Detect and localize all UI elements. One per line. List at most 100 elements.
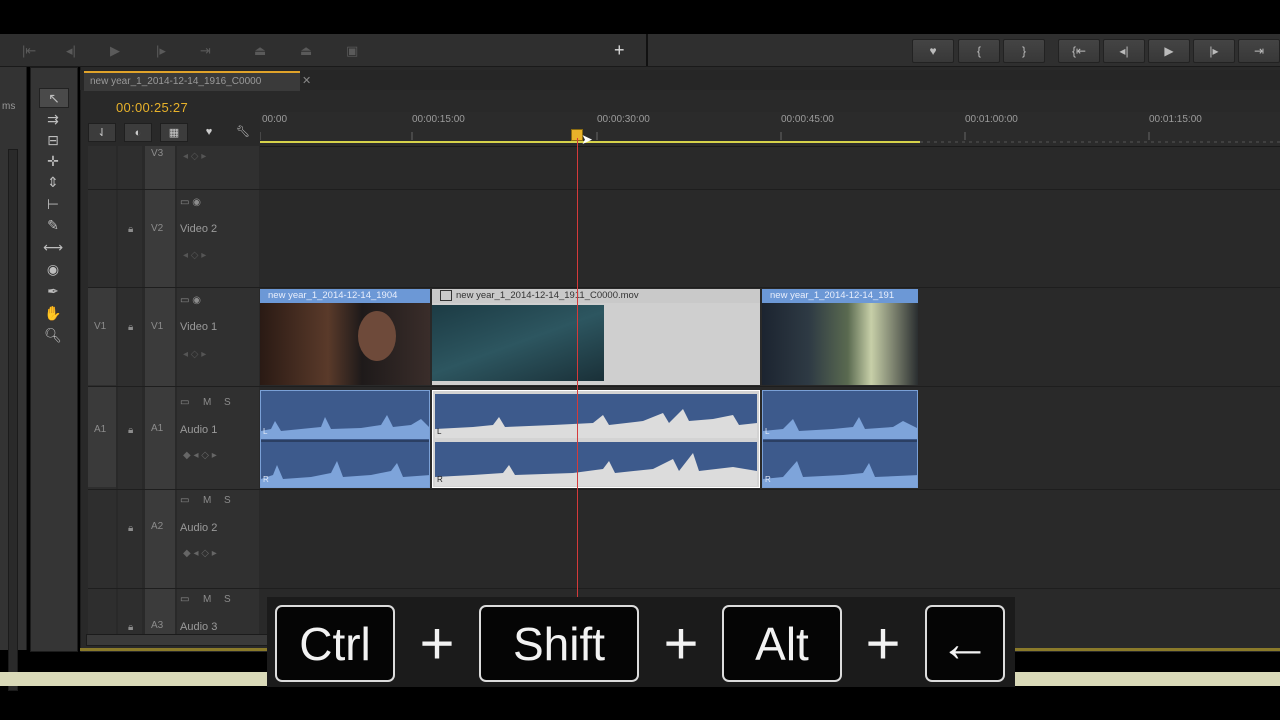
cursor-icon: ➤ — [581, 131, 593, 147]
lock-icon[interactable]: 🔒︎ — [128, 622, 133, 633]
toggle-output-icon[interactable]: ▭ — [180, 594, 189, 605]
video-clip-thumbnail[interactable] — [260, 303, 430, 385]
keyboard-shortcut-overlay: Ctrl + Shift + Alt + ← — [267, 597, 1015, 687]
track-id-a3[interactable]: A3 — [151, 620, 163, 631]
step-back-button[interactable]: ◂| — [1103, 39, 1145, 63]
lock-icon[interactable]: 🔒︎ — [128, 523, 133, 534]
track-select-tool-icon[interactable]: ⇉ — [39, 110, 67, 128]
sequence-nest-icon[interactable]: ⇃ — [88, 123, 116, 142]
export-frame-icon[interactable]: ▣ — [346, 43, 358, 59]
ripple-edit-tool-icon[interactable]: ⊟ — [39, 131, 67, 149]
slide-tool-icon[interactable]: ⟷ — [39, 238, 67, 256]
audio-clip[interactable]: L R — [762, 390, 918, 488]
key-ctrl: Ctrl — [275, 605, 395, 682]
toggle-output-icon[interactable]: ▭ — [180, 495, 189, 506]
solo-button[interactable]: S — [224, 397, 231, 408]
rolling-edit-tool-icon[interactable]: ✛ — [39, 152, 67, 170]
track-name-v2: Video 2 — [180, 223, 218, 235]
tools-panel: ↖ ⇉ ⊟ ✛ ⇕ ⊢ ✎ ⟷ ◉ ✒ ✋ 🔍︎ — [30, 67, 78, 652]
ruler-label: 00:00 — [262, 114, 288, 125]
key-alt: Alt — [722, 605, 842, 682]
ruler-label: 00:00:45:00 — [781, 114, 834, 125]
sequence-tab[interactable]: new year_1_2014-12-14_1916_C0000 — [84, 71, 300, 91]
audio-clip[interactable]: L R — [260, 390, 430, 488]
video-clip-label[interactable]: new year_1_2014-12-14_191 — [762, 289, 918, 303]
scrollbar[interactable] — [8, 149, 18, 691]
hand-tool-icon[interactable]: ✋ — [39, 304, 67, 322]
prev-edit-icon[interactable]: ◂| — [66, 43, 76, 59]
pen-icon[interactable]: ✒ — [39, 282, 67, 300]
plus-sign: + — [663, 610, 699, 677]
track-id-a2[interactable]: A2 — [151, 521, 163, 532]
selection-tool-icon[interactable]: ↖ — [39, 88, 69, 108]
track-id-a1[interactable]: A1 — [151, 423, 163, 434]
ruler-label: 00:00:30:00 — [597, 114, 650, 125]
keyframe-nav-icon[interactable]: ◆ ◂ ◇ ▸ — [183, 450, 217, 461]
go-out-icon[interactable]: ⇥ — [200, 43, 211, 59]
playhead-line[interactable] — [577, 138, 578, 600]
source-patch-a1[interactable]: A1 — [94, 424, 106, 435]
video-clip-label[interactable]: new year_1_2014-12-14_1904 — [260, 289, 430, 303]
mark-out-button[interactable]: } — [1003, 39, 1045, 63]
close-icon[interactable]: ✕ — [302, 74, 311, 87]
play-icon[interactable]: ▶ — [110, 43, 120, 59]
channel-label-r: R — [765, 475, 771, 484]
step-forward-button[interactable]: |▸ — [1193, 39, 1235, 63]
track-name-v1: Video 1 — [180, 321, 218, 333]
video-clip-name: new year_1_2014-12-14_1911_C0000.mov — [456, 290, 639, 301]
source-patch-v1[interactable]: V1 — [94, 321, 106, 332]
mute-button[interactable]: M — [203, 594, 211, 605]
timeline-scrollbar[interactable] — [86, 634, 268, 646]
lock-icon[interactable]: 🔒︎ — [128, 322, 133, 333]
video-clip-body-selected[interactable] — [432, 303, 760, 385]
toggle-sync-icon[interactable]: ▭ ◉ — [180, 197, 201, 208]
lock-icon[interactable]: 🔒︎ — [128, 425, 133, 436]
track-id-v3[interactable]: V3 — [151, 148, 163, 159]
mark-in-button[interactable]: { — [958, 39, 1000, 63]
solo-button[interactable]: S — [224, 495, 231, 506]
toggle-output-icon[interactable]: ▭ — [180, 397, 189, 408]
plus-sign: + — [419, 610, 455, 677]
channel-label-l: L — [765, 427, 770, 436]
keyframe-nav-icon[interactable]: ◂ ◇ ▸ — [183, 151, 206, 162]
go-to-in-button[interactable]: {⇤ — [1058, 39, 1100, 63]
wrench-icon[interactable]: 🔧︎ — [230, 123, 256, 140]
play-button[interactable]: ▶ — [1148, 39, 1190, 63]
ruler-label: 00:01:15:00 — [1149, 114, 1202, 125]
mute-button[interactable]: M — [203, 397, 211, 408]
slip-tool-icon[interactable]: ✎ — [39, 216, 67, 234]
playhead-timecode[interactable]: 00:00:25:27 — [116, 100, 188, 115]
program-monitor-controls: |⇤ ◂| ▶ |▸ ⇥ ⏏ ⏏ ▣ + ♥ { } {⇤ ◂| ▶ |▸ ⇥ — [0, 34, 1280, 67]
add-button-icon[interactable]: + — [614, 40, 625, 61]
lock-icon[interactable]: 🔒︎ — [128, 224, 133, 235]
keyframe-nav-icon[interactable]: ◂ ◇ ▸ — [183, 349, 206, 360]
plus-sign: + — [865, 610, 901, 677]
audio-clip-selected[interactable]: L R — [432, 390, 760, 488]
extract-icon[interactable]: ⏏ — [300, 43, 312, 59]
rate-stretch-tool-icon[interactable]: ⇕ — [39, 173, 67, 191]
lift-icon[interactable]: ⏏ — [254, 43, 266, 59]
solo-button[interactable]: S — [224, 594, 231, 605]
keyframe-nav-icon[interactable]: ◂ ◇ ▸ — [183, 250, 206, 261]
keyframe-nav-icon[interactable]: ◆ ◂ ◇ ▸ — [183, 548, 217, 559]
ruler-label: 00:00:15:00 — [412, 114, 465, 125]
key-left-arrow: ← — [925, 605, 1005, 682]
razor-tool-icon[interactable]: ⊢ — [39, 195, 67, 213]
track-id-v2[interactable]: V2 — [151, 223, 163, 234]
zoom-tool-icon[interactable]: 🔍︎ — [39, 326, 67, 344]
add-marker-icon[interactable]: ♥ — [196, 123, 222, 140]
toggle-sync-icon[interactable]: ▭ ◉ — [180, 295, 201, 306]
video-clip-label[interactable]: new year_1_2014-12-14_1911_C0000.mov — [432, 289, 760, 303]
track-name-a1: Audio 1 — [180, 424, 218, 436]
track-id-v1[interactable]: V1 — [151, 321, 163, 332]
pen-tool-icon[interactable]: ◉ — [39, 260, 67, 278]
add-marker-button[interactable]: ♥ — [912, 39, 954, 63]
channel-label-l: L — [437, 427, 442, 436]
linked-selection-icon[interactable]: ▦ — [160, 123, 188, 142]
go-to-out-button[interactable]: ⇥ — [1238, 39, 1280, 63]
mute-button[interactable]: M — [203, 495, 211, 506]
step-back-icon[interactable]: |⇤ — [22, 43, 36, 59]
video-clip-thumbnail[interactable] — [762, 303, 918, 385]
next-edit-icon[interactable]: |▸ — [156, 43, 166, 59]
snap-icon[interactable]: ◐ — [124, 123, 152, 142]
